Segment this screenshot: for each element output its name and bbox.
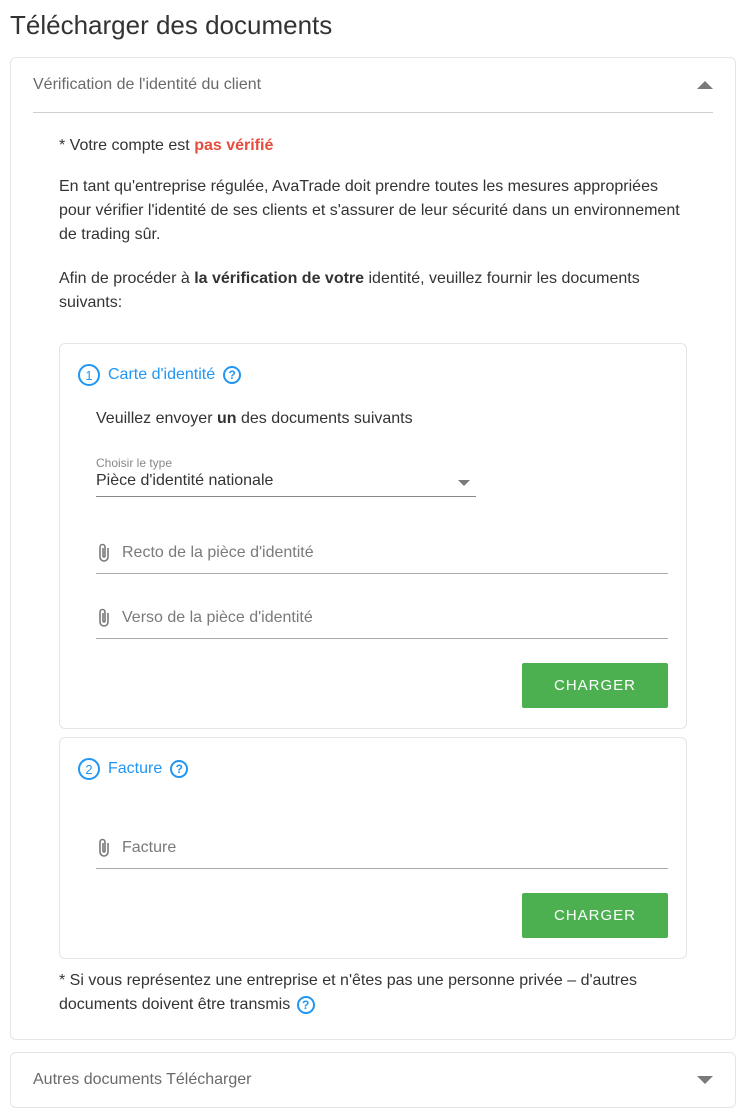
help-icon[interactable]: ?: [297, 996, 315, 1014]
step1-title: Carte d'identité: [108, 366, 215, 384]
other-documents-panel: Autres documents Télécharger: [10, 1052, 736, 1108]
page-title: Télécharger des documents: [0, 0, 746, 57]
id-front-label: Recto de la pièce d'identité: [122, 544, 314, 562]
other-documents-header[interactable]: Autres documents Télécharger: [11, 1053, 735, 1107]
help-icon[interactable]: ?: [170, 760, 188, 778]
step2-header: 2 Facture ?: [78, 758, 668, 780]
select-label: Choisir le type: [96, 456, 476, 470]
account-status-line: * Votre compte est pas vérifié: [59, 137, 687, 155]
id-back-label: Verso de la pièce d'identité: [122, 609, 313, 627]
instruction-bold: la vérification de votre: [194, 270, 364, 287]
identity-panel-header[interactable]: Vérification de l'identité du client: [11, 58, 735, 112]
step1-instruction-suffix: des documents suivants: [237, 410, 413, 427]
paperclip-icon: [96, 543, 112, 563]
select-value: Pièce d'identité nationale: [96, 472, 476, 496]
identity-verification-panel: Vérification de l'identité du client * V…: [10, 57, 736, 1040]
verification-instruction: Afin de procéder à la vérification de vo…: [59, 267, 687, 315]
chevron-down-icon: [458, 480, 470, 486]
step1-header: 1 Carte d'identité ?: [78, 364, 668, 386]
step1-instruction-bold: un: [217, 410, 237, 427]
other-documents-title: Autres documents Télécharger: [33, 1071, 251, 1089]
id-back-upload[interactable]: Verso de la pièce d'identité: [96, 598, 668, 639]
invoice-label: Facture: [122, 839, 176, 857]
divider: [33, 112, 713, 113]
step2-title: Facture: [108, 760, 162, 778]
invoice-section: 2 Facture ? Facture CHARGER: [59, 737, 687, 959]
step1-instruction-prefix: Veuillez envoyer: [96, 410, 217, 427]
verification-description: En tant qu'entreprise régulée, AvaTrade …: [59, 175, 687, 247]
invoice-upload[interactable]: Facture: [96, 828, 668, 869]
identity-panel-title: Vérification de l'identité du client: [33, 76, 261, 94]
status-prefix: * Votre compte est: [59, 137, 194, 154]
status-badge: pas vérifié: [194, 137, 273, 154]
step1-number-icon: 1: [78, 364, 100, 386]
instruction-prefix: Afin de procéder à: [59, 270, 194, 287]
paperclip-icon: [96, 838, 112, 858]
id-card-section: 1 Carte d'identité ? Veuillez envoyer un…: [59, 343, 687, 729]
chevron-up-icon: [697, 81, 713, 89]
paperclip-icon: [96, 608, 112, 628]
help-icon[interactable]: ?: [223, 366, 241, 384]
corporate-note: * Si vous représentez une entreprise et …: [59, 972, 637, 1013]
upload-id-button[interactable]: CHARGER: [522, 663, 668, 708]
id-front-upload[interactable]: Recto de la pièce d'identité: [96, 533, 668, 574]
step2-number-icon: 2: [78, 758, 100, 780]
document-type-select[interactable]: Choisir le type Pièce d'identité nationa…: [96, 456, 476, 497]
step1-instruction: Veuillez envoyer un des documents suivan…: [96, 410, 668, 428]
upload-invoice-button[interactable]: CHARGER: [522, 893, 668, 938]
chevron-down-icon: [697, 1076, 713, 1084]
